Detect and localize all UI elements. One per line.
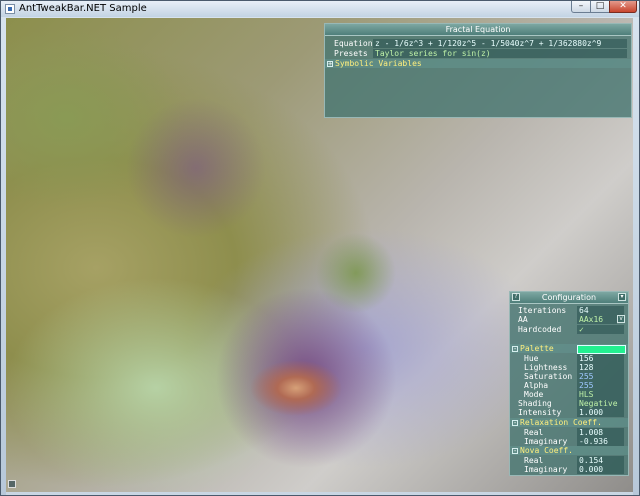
app-icon [5, 4, 15, 14]
shading-dropdown[interactable]: Negative [577, 399, 624, 408]
hue-input[interactable]: 156 [577, 354, 624, 363]
aa-label: AA [518, 315, 528, 324]
lightness-label: Lightness [524, 363, 568, 372]
fractal-equation-panel[interactable]: Fractal Equation Equation z - 1/6z^3 + 1… [324, 23, 632, 118]
hardcoded-label: Hardcoded [518, 325, 562, 334]
palette-label: Palette [520, 344, 554, 353]
equation-label: Equation [334, 39, 373, 48]
palette-color-swatch[interactable] [577, 345, 626, 354]
mode-dropdown[interactable]: HLS [577, 390, 624, 399]
symbolic-variables-group[interactable]: + Symbolic Variables [327, 59, 422, 68]
intensity-label: Intensity [518, 408, 562, 417]
nova-real-label: Real [524, 456, 544, 465]
saturation-label: Saturation [524, 372, 573, 381]
close-button[interactable]: ✕ [609, 1, 637, 13]
collapse-icon[interactable]: - [512, 419, 518, 426]
collapse-icon[interactable]: - [512, 447, 518, 454]
relaxation-real-input[interactable]: 1.008 [577, 428, 624, 437]
configuration-panel[interactable]: ? Configuration ▾ Iterations 64 AA AAx16… [509, 291, 629, 476]
aa-dropdown-arrow-icon[interactable]: v [617, 315, 625, 323]
saturation-input[interactable]: 255 [577, 372, 624, 381]
maximize-button[interactable]: □ [590, 1, 610, 13]
presets-dropdown[interactable]: Taylor series for sin(z) [373, 49, 627, 58]
help-icon[interactable]: ? [512, 293, 520, 301]
iterations-input[interactable]: 64 [577, 306, 624, 315]
nova-group[interactable]: - Nova Coeff. [512, 446, 573, 455]
palette-group[interactable]: - Palette [512, 344, 554, 353]
corner-icon [8, 480, 16, 488]
relaxation-real-label: Real [524, 428, 544, 437]
hardcoded-checkbox[interactable]: ✓ [577, 325, 624, 334]
minimize-bar-icon[interactable]: ▾ [618, 293, 626, 301]
relaxation-imaginary-input[interactable]: -0.936 [577, 437, 624, 446]
hue-label: Hue [524, 354, 539, 363]
nova-imaginary-input[interactable]: 0.000 [577, 465, 624, 474]
fractal-equation-title[interactable]: Fractal Equation [325, 24, 631, 36]
collapse-icon[interactable]: - [512, 345, 518, 352]
minimize-button[interactable]: – [571, 1, 591, 13]
relaxation-imaginary-label: Imaginary [524, 437, 568, 446]
window-title: AntTweakBar.NET Sample [19, 3, 147, 14]
alpha-input[interactable]: 255 [577, 381, 624, 390]
iterations-label: Iterations [518, 306, 567, 315]
expand-icon[interactable]: + [327, 60, 333, 67]
equation-input[interactable]: z - 1/6z^3 + 1/120z^5 - 1/5040z^7 + 1/36… [373, 39, 627, 48]
intensity-input[interactable]: 1.000 [577, 408, 624, 417]
nova-real-input[interactable]: 0.154 [577, 456, 624, 465]
relaxation-label: Relaxation Coeff. [520, 418, 602, 427]
symbolic-variables-label: Symbolic Variables [335, 59, 422, 68]
nova-label: Nova Coeff. [520, 446, 573, 455]
lightness-input[interactable]: 128 [577, 363, 624, 372]
title-bar[interactable]: AntTweakBar.NET Sample – □ ✕ [1, 1, 639, 17]
configuration-title[interactable]: ? Configuration ▾ [510, 292, 628, 304]
configuration-title-text: Configuration [541, 293, 597, 302]
aa-dropdown[interactable]: AAx16 [577, 315, 617, 324]
relaxation-group[interactable]: - Relaxation Coeff. [512, 418, 602, 427]
mode-label: Mode [524, 390, 544, 399]
nova-imaginary-label: Imaginary [524, 465, 568, 474]
app-window: AntTweakBar.NET Sample – □ ✕ Fractal Equ… [0, 0, 640, 496]
window-frame-bottom [6, 492, 633, 495]
alpha-label: Alpha [524, 381, 549, 390]
shading-label: Shading [518, 399, 552, 408]
presets-label: Presets [334, 49, 368, 58]
